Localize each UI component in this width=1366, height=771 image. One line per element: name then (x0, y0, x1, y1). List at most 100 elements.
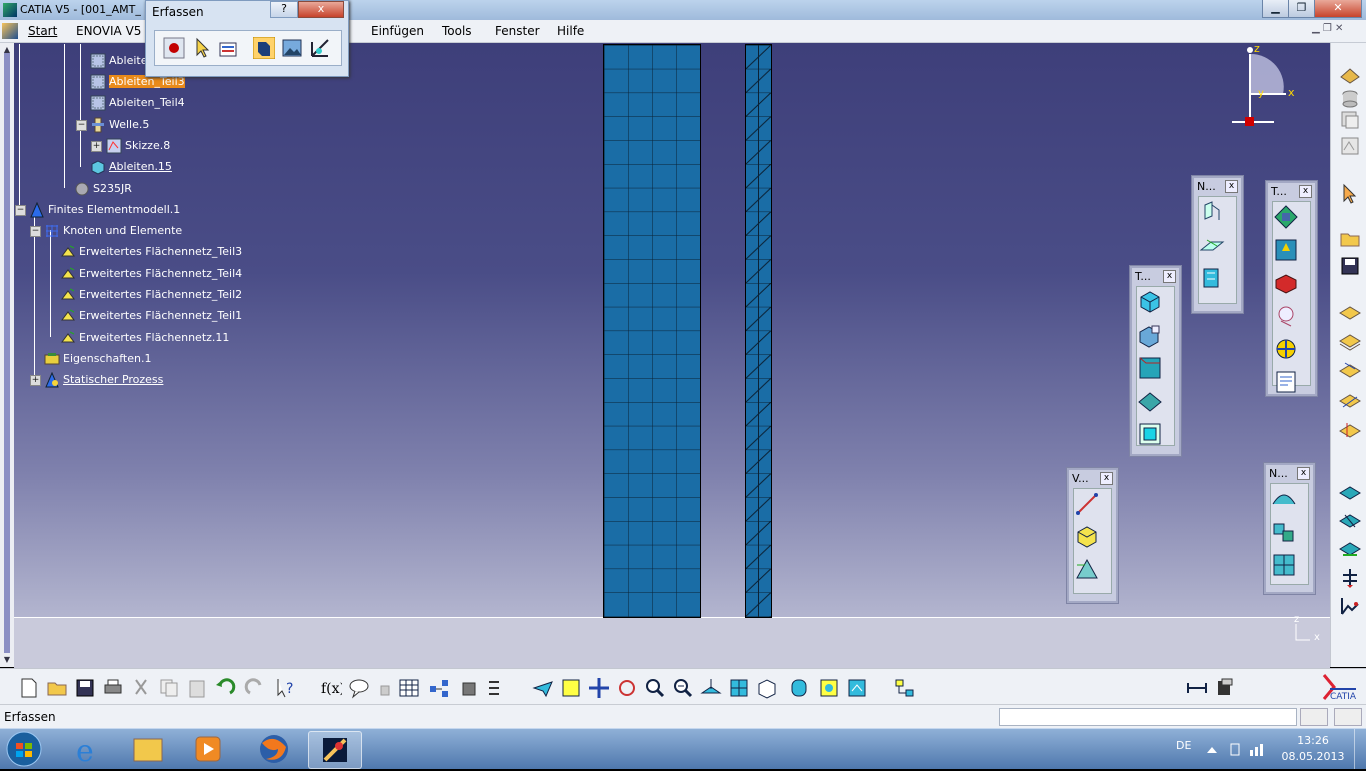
measure-between-icon[interactable] (1186, 677, 1208, 699)
menu-fenster[interactable]: Fenster (495, 24, 540, 38)
menu-tools[interactable]: Tools (442, 24, 472, 38)
layer-icon-5[interactable] (1339, 419, 1361, 441)
node-offset-icon[interactable] (1199, 265, 1225, 291)
taskbar-catia[interactable] (308, 731, 362, 769)
iso-view-icon[interactable] (756, 677, 778, 699)
tetra-mesh-icon[interactable] (1137, 322, 1163, 348)
clock[interactable]: 13:26 08.05.2013 (1280, 733, 1346, 765)
pressure-icon[interactable] (1339, 595, 1361, 617)
capture-mode-icon[interactable] (253, 37, 275, 59)
fit-all-icon[interactable] (560, 677, 582, 699)
shading-icon[interactable] (788, 677, 810, 699)
scroll-down-arrow[interactable]: ▼ (2, 655, 12, 665)
start-orb-icon[interactable] (2, 730, 46, 768)
select-arrow-icon[interactable] (191, 37, 213, 59)
formula-icon[interactable]: f(x) (320, 677, 342, 699)
image-capture-icon[interactable] (281, 37, 303, 59)
close-button[interactable]: ✕ (1314, 0, 1362, 18)
tree-node[interactable]: Statischer Prozess (44, 371, 163, 388)
tree-node[interactable]: Finites Elementmodell.1 (29, 201, 180, 218)
tree-scrollbar[interactable]: ▲ ▼ (0, 43, 15, 667)
undo-icon[interactable] (214, 677, 236, 699)
new-file-icon[interactable] (18, 677, 40, 699)
record-icon[interactable] (163, 37, 185, 59)
open-file-icon[interactable] (46, 677, 68, 699)
panel-close-button[interactable]: x (1297, 466, 1310, 480)
panel-n1[interactable]: N... x (1192, 176, 1243, 313)
tree-node[interactable]: Erweitertes Flächennetz_Teil2 (60, 286, 242, 303)
measure-capture-icon[interactable] (309, 37, 331, 59)
save-icon[interactable] (1339, 255, 1361, 277)
close-button[interactable]: x (298, 1, 344, 18)
tree-node[interactable]: Skizze.8 (106, 137, 170, 154)
measure-item-icon[interactable] (1214, 677, 1236, 699)
zoom-out-icon[interactable] (672, 677, 694, 699)
minimize-button[interactable]: ▁ (1262, 0, 1289, 18)
taskbar-explorer[interactable] (122, 731, 174, 767)
panel-t1[interactable]: T... x (1130, 266, 1181, 456)
properties-list-icon[interactable] (486, 677, 508, 699)
menu-start[interactable]: Start (28, 24, 57, 38)
whats-this-icon[interactable]: ? (274, 677, 296, 699)
catia-menu-icon[interactable] (2, 23, 18, 39)
show-desktop-button[interactable] (1354, 729, 1366, 769)
menu-einfuegen[interactable]: Einfügen (371, 24, 424, 38)
report-icon[interactable] (1273, 369, 1299, 395)
mesh-part-wide[interactable] (603, 44, 701, 618)
face-capture-icon[interactable] (1273, 270, 1299, 296)
catalog-icon[interactable] (458, 677, 480, 699)
knowledge-icon[interactable] (428, 677, 450, 699)
tree-node[interactable]: Erweitertes Flächennetz.11 (60, 329, 229, 346)
node-create-icon[interactable] (1199, 199, 1225, 225)
taskbar-firefox[interactable] (248, 731, 300, 767)
restore-button[interactable]: ❐ (1288, 0, 1315, 18)
sketcher-icon[interactable] (1339, 135, 1361, 157)
mesh-part-narrow[interactable] (745, 44, 772, 618)
tree-node[interactable]: Ableiten_Teil4 (90, 94, 185, 111)
table-icon[interactable] (398, 677, 420, 699)
layer-icon-2[interactable] (1339, 329, 1361, 351)
paste-icon[interactable] (186, 677, 208, 699)
zoom-in-icon[interactable] (644, 677, 666, 699)
tree-node[interactable]: S235JR (74, 180, 132, 197)
scroll-thumb[interactable] (4, 53, 10, 653)
cylinder-icon[interactable] (1339, 88, 1361, 110)
language-indicator[interactable]: DE (1176, 739, 1191, 752)
layer-icon-3[interactable] (1339, 359, 1361, 381)
mesh-grid-icon[interactable] (1271, 552, 1297, 578)
help-button[interactable]: ? (270, 1, 298, 18)
tree-node[interactable]: Erweitertes Flächennetz_Teil4 (60, 265, 242, 282)
surface-slider-icon[interactable] (1339, 537, 1361, 559)
cut-icon[interactable] (130, 677, 152, 699)
rotate-icon[interactable] (616, 677, 638, 699)
swap-visible-icon[interactable] (846, 677, 868, 699)
panel-close-button[interactable]: x (1299, 184, 1312, 198)
line-icon[interactable] (1074, 491, 1100, 517)
surface-mesh-icon[interactable] (1137, 388, 1163, 414)
tree-node[interactable]: Eigenschaften.1 (44, 350, 151, 367)
solid-edit-icon[interactable] (1074, 524, 1100, 550)
menu-hilfe[interactable]: Hilfe (557, 24, 584, 38)
copy-icon[interactable] (158, 677, 180, 699)
panel-v1[interactable]: V... x (1067, 468, 1118, 603)
layer-icon-4[interactable] (1339, 389, 1361, 411)
tree-node[interactable]: Ableiten.15 (90, 158, 172, 175)
tree-node[interactable]: Erweitertes Flächennetz_Teil3 (60, 243, 242, 260)
collapse-icon[interactable]: − (30, 226, 41, 237)
capture-settings-icon[interactable] (217, 37, 239, 59)
taskbar-ie[interactable]: e (64, 731, 116, 769)
save-file-icon[interactable] (74, 677, 96, 699)
copy-geometry-icon[interactable] (1339, 109, 1361, 131)
restraint-icon[interactable] (1339, 481, 1361, 503)
surface-split-icon[interactable] (1271, 486, 1297, 512)
tree-node[interactable]: Welle.5 (90, 116, 149, 133)
mdi-window-controls[interactable]: ▁ ❐ ✕ (1312, 23, 1362, 38)
node-plane-icon[interactable] (1199, 232, 1225, 258)
command-input[interactable] (999, 708, 1297, 726)
clamp-icon[interactable] (1339, 509, 1361, 531)
layer-icon-1[interactable] (1339, 301, 1361, 323)
panel-n2[interactable]: N... x (1264, 463, 1315, 594)
fly-mode-icon[interactable] (532, 677, 554, 699)
command-button-1[interactable] (1300, 708, 1328, 726)
panel-close-button[interactable]: x (1163, 269, 1176, 283)
